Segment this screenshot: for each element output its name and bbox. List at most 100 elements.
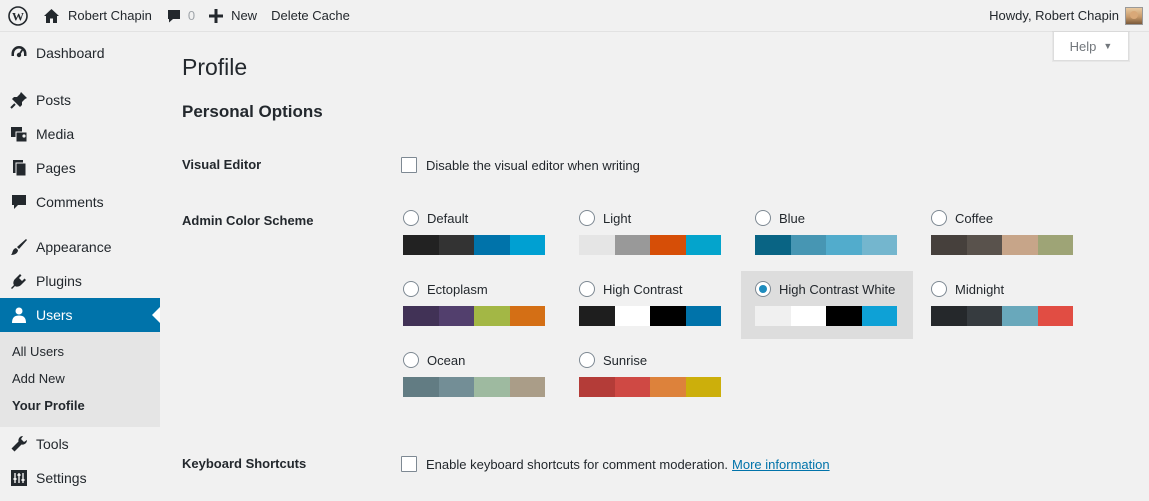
color-scheme-radio[interactable] bbox=[403, 210, 419, 226]
more-information-link[interactable]: More information bbox=[732, 457, 830, 472]
color-swatch bbox=[1037, 235, 1073, 255]
color-scheme-name[interactable]: Sunrise bbox=[603, 353, 647, 368]
color-swatch bbox=[650, 377, 686, 397]
color-scheme-radio[interactable] bbox=[755, 210, 771, 226]
color-swatch bbox=[826, 235, 862, 255]
color-swatch bbox=[1037, 306, 1073, 326]
color-scheme-radio[interactable] bbox=[403, 281, 419, 297]
color-scheme-radio[interactable] bbox=[931, 210, 947, 226]
color-scheme-header: Blue bbox=[755, 208, 899, 228]
color-scheme-option-default[interactable]: Default bbox=[389, 200, 561, 268]
color-swatches bbox=[931, 306, 1075, 326]
sidebar-item-label: Comments bbox=[36, 194, 104, 210]
keyboard-shortcuts-checkbox-label[interactable]: Enable keyboard shortcuts for comment mo… bbox=[426, 457, 728, 472]
submenu-add-new[interactable]: Add New bbox=[0, 365, 160, 392]
color-scheme-name[interactable]: Ectoplasm bbox=[427, 282, 488, 297]
color-scheme-option-high-contrast-white[interactable]: High Contrast White bbox=[741, 271, 913, 339]
color-scheme-name[interactable]: High Contrast bbox=[603, 282, 682, 297]
sidebar-item-plugins[interactable]: Plugins bbox=[0, 264, 160, 298]
visual-editor-checkbox-label[interactable]: Disable the visual editor when writing bbox=[426, 158, 640, 173]
new-label: New bbox=[231, 8, 258, 23]
svg-text:W: W bbox=[12, 9, 24, 23]
my-account-menu[interactable]: Howdy, Robert Chapin bbox=[982, 0, 1149, 32]
section-title: Personal Options bbox=[182, 102, 323, 121]
color-scheme-option-coffee[interactable]: Coffee bbox=[917, 200, 1089, 268]
sidebar-item-users[interactable]: Users bbox=[0, 298, 160, 332]
color-scheme-name[interactable]: Midnight bbox=[955, 282, 1004, 297]
color-scheme-name[interactable]: Light bbox=[603, 211, 631, 226]
color-scheme-header: Ectoplasm bbox=[403, 279, 547, 299]
sidebar-item-label: Posts bbox=[36, 92, 72, 108]
color-scheme-radio[interactable] bbox=[579, 210, 595, 226]
color-scheme-header: Coffee bbox=[931, 208, 1075, 228]
delete-cache-label: Delete Cache bbox=[271, 8, 350, 23]
sidebar-item-settings[interactable]: Settings bbox=[0, 461, 160, 495]
color-swatches bbox=[755, 306, 899, 326]
color-scheme-option-high-contrast[interactable]: High Contrast bbox=[565, 271, 737, 339]
color-scheme-header: Ocean bbox=[403, 350, 547, 370]
sidebar-item-tools[interactable]: Tools bbox=[0, 427, 160, 461]
submenu-your-profile[interactable]: Your Profile bbox=[0, 392, 160, 419]
comment-bubble-icon bbox=[166, 8, 182, 24]
color-swatch bbox=[931, 306, 967, 326]
color-swatch bbox=[685, 377, 721, 397]
sidebar-item-appearance[interactable]: Appearance bbox=[0, 230, 160, 264]
color-swatch bbox=[755, 306, 791, 326]
site-name-label: Robert Chapin bbox=[68, 8, 152, 23]
sidebar-item-pages[interactable]: Pages bbox=[0, 151, 160, 185]
color-scheme-option-ocean[interactable]: Ocean bbox=[389, 342, 561, 410]
comments-count: 0 bbox=[187, 8, 196, 23]
sidebar-item-media[interactable]: Media bbox=[0, 117, 160, 151]
brush-icon bbox=[9, 237, 29, 257]
color-scheme-option-sunrise[interactable]: Sunrise bbox=[565, 342, 737, 410]
visual-editor-checkbox[interactable] bbox=[401, 157, 417, 173]
color-swatch bbox=[509, 235, 545, 255]
color-scheme-radio[interactable] bbox=[579, 281, 595, 297]
submenu-all-users[interactable]: All Users bbox=[0, 338, 160, 365]
color-scheme-option-blue[interactable]: Blue bbox=[741, 200, 913, 268]
color-scheme-name[interactable]: High Contrast White bbox=[779, 282, 895, 297]
color-scheme-name[interactable]: Coffee bbox=[955, 211, 993, 226]
color-swatch bbox=[1002, 235, 1038, 255]
color-swatch bbox=[438, 235, 474, 255]
color-scheme-option-ectoplasm[interactable]: Ectoplasm bbox=[389, 271, 561, 339]
admin-sidebar: Dashboard Posts Media Pages Comments App… bbox=[0, 32, 160, 501]
new-content-link[interactable]: New bbox=[202, 0, 264, 32]
wrench-icon bbox=[9, 434, 29, 454]
help-button[interactable]: Help ▼ bbox=[1053, 32, 1129, 61]
color-swatch bbox=[579, 306, 615, 326]
media-icon bbox=[9, 124, 29, 144]
color-swatch bbox=[826, 306, 862, 326]
visual-editor-option: Disable the visual editor when writing bbox=[401, 157, 640, 173]
color-swatch bbox=[438, 306, 474, 326]
color-swatch bbox=[403, 235, 439, 255]
dashboard-icon bbox=[9, 43, 29, 63]
site-name-link[interactable]: Robert Chapin bbox=[36, 0, 159, 32]
delete-cache-link[interactable]: Delete Cache bbox=[264, 0, 357, 32]
color-scheme-label: Admin Color Scheme bbox=[182, 213, 314, 228]
color-scheme-option-midnight[interactable]: Midnight bbox=[917, 271, 1089, 339]
color-swatch bbox=[861, 306, 897, 326]
color-swatches bbox=[755, 235, 899, 255]
sidebar-item-dashboard[interactable]: Dashboard bbox=[0, 32, 160, 74]
color-scheme-option-light[interactable]: Light bbox=[565, 200, 737, 268]
color-swatches bbox=[579, 306, 723, 326]
wordpress-logo-icon[interactable]: W bbox=[0, 0, 36, 32]
comments-link[interactable]: 0 bbox=[159, 0, 202, 32]
keyboard-shortcuts-checkbox[interactable] bbox=[401, 456, 417, 472]
admin-bar: W Robert Chapin 0 New Delete Cache Howdy… bbox=[0, 0, 1149, 32]
color-scheme-radio[interactable] bbox=[931, 281, 947, 297]
main-content: Help ▼ Profile Personal Options Visual E… bbox=[160, 32, 1149, 501]
color-swatches bbox=[579, 235, 723, 255]
color-scheme-radio[interactable] bbox=[755, 281, 771, 297]
color-scheme-name[interactable]: Ocean bbox=[427, 353, 465, 368]
sidebar-item-label: Tools bbox=[36, 436, 69, 452]
color-scheme-radio[interactable] bbox=[579, 352, 595, 368]
sidebar-item-comments[interactable]: Comments bbox=[0, 185, 160, 219]
color-scheme-radio[interactable] bbox=[403, 352, 419, 368]
sidebar-item-posts[interactable]: Posts bbox=[0, 83, 160, 117]
color-scheme-name[interactable]: Blue bbox=[779, 211, 805, 226]
color-swatch bbox=[931, 235, 967, 255]
color-scheme-name[interactable]: Default bbox=[427, 211, 468, 226]
sidebar-item-label: Dashboard bbox=[36, 45, 105, 61]
